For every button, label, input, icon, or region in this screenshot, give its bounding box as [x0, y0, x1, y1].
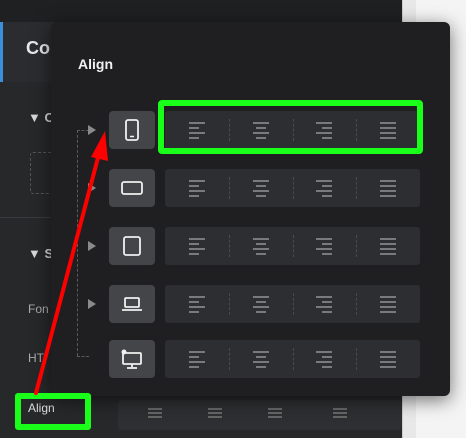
align-control[interactable] [118, 400, 402, 430]
align-options-desktop [165, 340, 420, 378]
align-center-icon[interactable] [208, 408, 222, 410]
align-options-laptop [165, 285, 420, 323]
device-tablet-button[interactable] [109, 227, 155, 265]
align-center-option[interactable] [228, 227, 293, 265]
html-tag-label: HT [28, 351, 44, 365]
phone-portrait-icon [125, 119, 139, 141]
align-left-icon [188, 179, 205, 197]
tablet-icon [123, 236, 141, 256]
align-right-icon [316, 295, 333, 313]
align-center-option[interactable] [228, 285, 293, 323]
highlight-box-align-options [158, 100, 423, 154]
align-left-icon[interactable] [148, 408, 162, 410]
font-label: Fon [28, 302, 49, 316]
align-right-option[interactable] [292, 169, 357, 207]
popover-title: Align [78, 56, 113, 72]
align-center-icon [252, 350, 269, 368]
align-right-icon [316, 237, 333, 255]
tree-connector [77, 130, 78, 356]
align-center-icon [252, 237, 269, 255]
editor-top-bar [0, 0, 402, 23]
align-options-mobile-landscape [165, 169, 420, 207]
panel-title: Co [26, 38, 50, 58]
highlight-box-align-label [15, 393, 91, 430]
align-center-option[interactable] [228, 340, 293, 378]
align-justify-icon [380, 237, 397, 255]
align-left-option[interactable] [165, 285, 229, 323]
align-right-icon [316, 179, 333, 197]
expand-arrow-icon [88, 241, 96, 251]
expand-arrow-icon [88, 125, 96, 135]
align-justify-option[interactable] [356, 340, 420, 378]
align-center-icon [252, 179, 269, 197]
align-center-icon [252, 295, 269, 313]
align-left-option[interactable] [165, 169, 229, 207]
laptop-icon [122, 297, 142, 311]
expand-arrow-icon [88, 299, 96, 309]
phone-landscape-icon [121, 181, 143, 195]
align-justify-icon[interactable] [333, 408, 347, 410]
align-options-tablet [165, 227, 420, 265]
device-mobile-landscape-button[interactable] [109, 169, 155, 207]
expand-arrow-icon [88, 183, 96, 193]
align-right-icon [316, 350, 333, 368]
align-left-icon [188, 350, 205, 368]
desktop-icon [121, 349, 142, 369]
tree-branch [77, 356, 89, 357]
section-toggle-style[interactable]: ▼ S [28, 246, 53, 261]
align-left-option[interactable] [165, 340, 229, 378]
align-justify-option[interactable] [356, 169, 420, 207]
device-mobile-portrait-button[interactable] [109, 111, 155, 149]
align-justify-icon [380, 179, 397, 197]
responsive-align-popover: Align [51, 22, 450, 396]
align-justify-icon [380, 295, 397, 313]
align-left-icon [188, 237, 205, 255]
align-left-option[interactable] [165, 227, 229, 265]
align-right-icon[interactable] [268, 408, 282, 410]
align-right-option[interactable] [292, 227, 357, 265]
align-justify-option[interactable] [356, 227, 420, 265]
align-center-option[interactable] [228, 169, 293, 207]
section-toggle-content[interactable]: ▼ C [28, 110, 54, 125]
align-justify-icon [380, 350, 397, 368]
align-left-icon [188, 295, 205, 313]
device-desktop-button[interactable] [109, 340, 155, 378]
align-justify-option[interactable] [356, 285, 420, 323]
align-right-option[interactable] [292, 285, 357, 323]
device-laptop-button[interactable] [109, 285, 155, 323]
align-right-option[interactable] [292, 340, 357, 378]
